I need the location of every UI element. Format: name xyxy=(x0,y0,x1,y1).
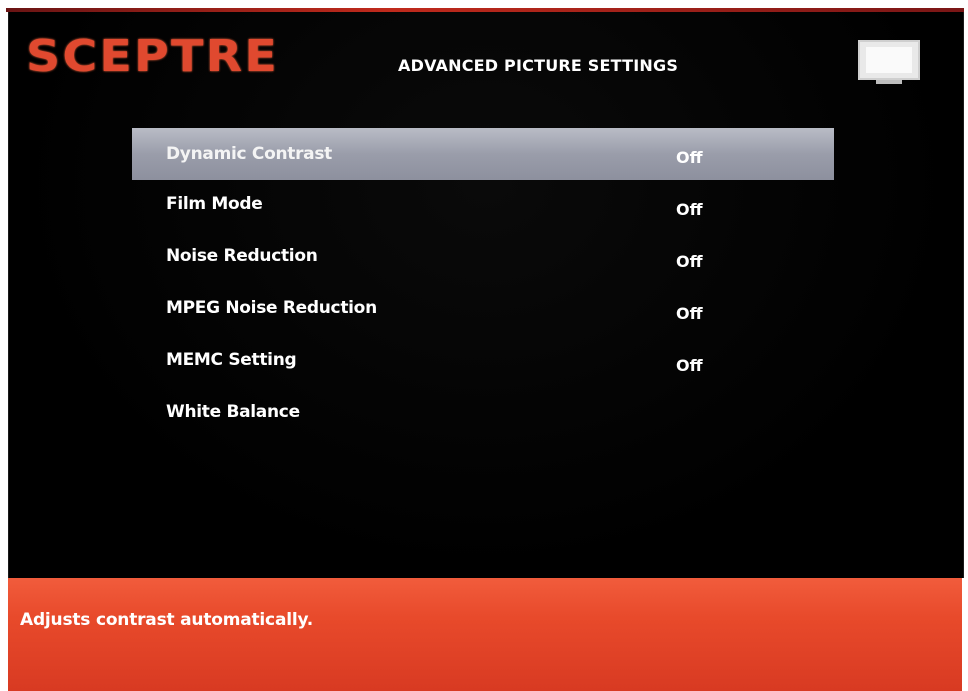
menu-item-noise-reduction[interactable]: Noise Reduction Off xyxy=(132,232,834,284)
menu-item-label: MEMC Setting xyxy=(166,350,297,370)
menu-item-value: Off xyxy=(676,356,703,375)
menu-item-label: White Balance xyxy=(166,402,300,422)
menu-item-label: Dynamic Contrast xyxy=(166,144,332,164)
menu-item-value: Off xyxy=(676,200,703,219)
menu-item-film-mode[interactable]: Film Mode Off xyxy=(132,180,834,232)
menu-item-dynamic-contrast[interactable]: Dynamic Contrast Off xyxy=(132,128,834,180)
page-title: ADVANCED PICTURE SETTINGS xyxy=(398,56,679,75)
menu-item-white-balance[interactable]: White Balance xyxy=(132,388,834,440)
tv-icon-screen xyxy=(866,47,912,73)
help-text: Adjusts contrast automatically. xyxy=(20,610,314,630)
menu-item-label: Film Mode xyxy=(166,194,263,214)
settings-menu: Dynamic Contrast Off Film Mode Off Noise… xyxy=(132,128,834,440)
menu-item-value: Off xyxy=(676,148,703,167)
menu-item-label: Noise Reduction xyxy=(166,246,318,266)
menu-item-label: MPEG Noise Reduction xyxy=(166,298,377,318)
tv-icon-stand xyxy=(876,80,902,84)
menu-item-value: Off xyxy=(676,252,703,271)
tv-icon xyxy=(858,40,924,88)
menu-item-value: Off xyxy=(676,304,703,323)
tv-icon-frame xyxy=(858,40,920,80)
tv-screen: SCEPTRE ADVANCED PICTURE SETTINGS Dynami… xyxy=(0,0,968,691)
sceptre-logo: SCEPTRE xyxy=(26,31,279,82)
help-bar: Adjusts contrast automatically. xyxy=(8,578,962,691)
menu-item-mpeg-noise-reduction[interactable]: MPEG Noise Reduction Off xyxy=(132,284,834,336)
menu-item-memc-setting[interactable]: MEMC Setting Off xyxy=(132,336,834,388)
